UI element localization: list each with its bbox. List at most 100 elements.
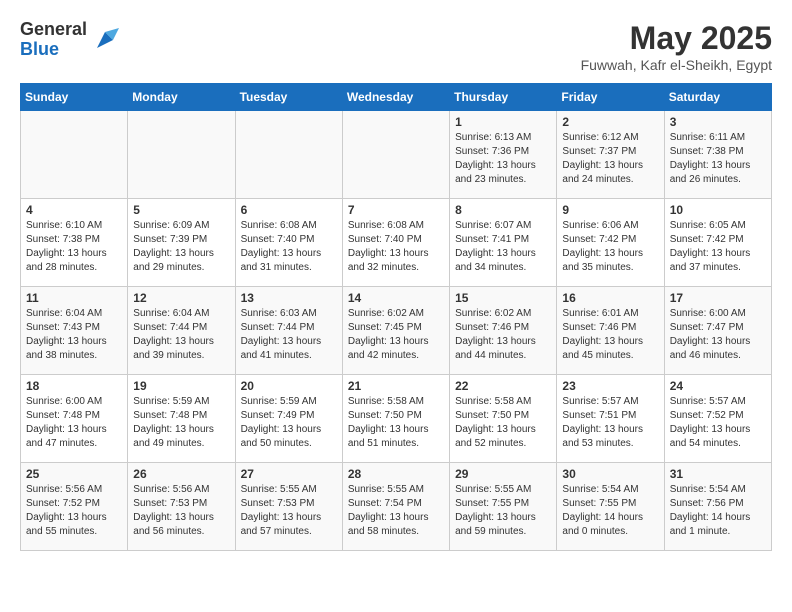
calendar-cell: 5Sunrise: 6:09 AM Sunset: 7:39 PM Daylig…	[128, 199, 235, 287]
day-number: 6	[241, 203, 337, 217]
day-info: Sunrise: 5:59 AM Sunset: 7:49 PM Dayligh…	[241, 395, 337, 451]
day-info: Sunrise: 6:13 AM Sunset: 7:36 PM Dayligh…	[455, 131, 551, 187]
calendar-cell: 21 Sunrise: 5:58 AM Sunset: 7:50 PM Dayli…	[342, 375, 449, 463]
calendar-cell: 31 Sunrise: 5:54 AM Sunset: 7:56 PM Dayli…	[664, 463, 771, 551]
day-number: 4	[26, 203, 122, 217]
calendar-cell: 2Sunrise: 6:12 AM Sunset: 7:37 PM Daylig…	[557, 111, 664, 199]
day-number: 21	[348, 379, 444, 393]
day-info: Sunrise: 5:58 AM Sunset: 7:50 PM Dayligh…	[455, 395, 551, 451]
logo-blue: Blue	[20, 40, 87, 60]
weekday-header: Tuesday	[235, 84, 342, 111]
day-info: Sunrise: 5:55 AM Sunset: 7:54 PM Dayligh…	[348, 483, 444, 539]
day-number: 24	[670, 379, 766, 393]
logo-text: General Blue	[20, 20, 87, 60]
day-number: 1	[455, 115, 551, 129]
page-header: General Blue May 2025 Fuwwah, Kafr el-Sh…	[20, 20, 772, 73]
day-number: 28	[348, 467, 444, 481]
day-info: Sunrise: 6:08 AM Sunset: 7:40 PM Dayligh…	[241, 219, 337, 275]
calendar-table: SundayMondayTuesdayWednesdayThursdayFrid…	[20, 83, 772, 551]
calendar-cell: 28 Sunrise: 5:55 AM Sunset: 7:54 PM Dayli…	[342, 463, 449, 551]
day-number: 5	[133, 203, 229, 217]
calendar-cell: 26 Sunrise: 5:56 AM Sunset: 7:53 PM Dayli…	[128, 463, 235, 551]
day-number: 31	[670, 467, 766, 481]
day-info: Sunrise: 6:02 AM Sunset: 7:46 PM Dayligh…	[455, 307, 551, 363]
calendar-cell	[128, 111, 235, 199]
day-number: 7	[348, 203, 444, 217]
day-info: Sunrise: 5:56 AM Sunset: 7:53 PM Dayligh…	[133, 483, 229, 539]
day-info: Sunrise: 6:01 AM Sunset: 7:46 PM Dayligh…	[562, 307, 658, 363]
day-info: Sunrise: 6:05 AM Sunset: 7:42 PM Dayligh…	[670, 219, 766, 275]
day-info: Sunrise: 6:07 AM Sunset: 7:41 PM Dayligh…	[455, 219, 551, 275]
day-number: 15	[455, 291, 551, 305]
calendar-cell: 8Sunrise: 6:07 AM Sunset: 7:41 PM Daylig…	[450, 199, 557, 287]
calendar-week-row: 11 Sunrise: 6:04 AM Sunset: 7:43 PM Dayli…	[21, 287, 772, 375]
day-info: Sunrise: 6:00 AM Sunset: 7:48 PM Dayligh…	[26, 395, 122, 451]
calendar-cell: 25Sunrise: 5:56 AM Sunset: 7:52 PM Dayli…	[21, 463, 128, 551]
day-info: Sunrise: 5:55 AM Sunset: 7:53 PM Dayligh…	[241, 483, 337, 539]
day-number: 13	[241, 291, 337, 305]
calendar-cell: 30Sunrise: 5:54 AM Sunset: 7:55 PM Dayli…	[557, 463, 664, 551]
calendar-cell: 16Sunrise: 6:01 AM Sunset: 7:46 PM Dayli…	[557, 287, 664, 375]
calendar-cell: 29 Sunrise: 5:55 AM Sunset: 7:55 PM Dayli…	[450, 463, 557, 551]
day-number: 18	[26, 379, 122, 393]
calendar-cell: 7Sunrise: 6:08 AM Sunset: 7:40 PM Daylig…	[342, 199, 449, 287]
main-title: May 2025	[581, 20, 772, 57]
header-row: SundayMondayTuesdayWednesdayThursdayFrid…	[21, 84, 772, 111]
weekday-header: Friday	[557, 84, 664, 111]
logo-icon	[91, 26, 119, 54]
day-info: Sunrise: 6:11 AM Sunset: 7:38 PM Dayligh…	[670, 131, 766, 187]
day-info: Sunrise: 6:04 AM Sunset: 7:44 PM Dayligh…	[133, 307, 229, 363]
calendar-cell: 4Sunrise: 6:10 AM Sunset: 7:38 PM Daylig…	[21, 199, 128, 287]
calendar-cell: 17 Sunrise: 6:00 AM Sunset: 7:47 PM Dayli…	[664, 287, 771, 375]
calendar-cell: 15 Sunrise: 6:02 AM Sunset: 7:46 PM Dayli…	[450, 287, 557, 375]
day-number: 14	[348, 291, 444, 305]
day-number: 3	[670, 115, 766, 129]
calendar-cell: 13 Sunrise: 6:03 AM Sunset: 7:44 PM Dayli…	[235, 287, 342, 375]
weekday-header: Monday	[128, 84, 235, 111]
subtitle: Fuwwah, Kafr el-Sheikh, Egypt	[581, 57, 772, 73]
day-number: 30	[562, 467, 658, 481]
day-info: Sunrise: 5:56 AM Sunset: 7:52 PM Dayligh…	[26, 483, 122, 539]
title-block: May 2025 Fuwwah, Kafr el-Sheikh, Egypt	[581, 20, 772, 73]
day-number: 17	[670, 291, 766, 305]
day-info: Sunrise: 6:04 AM Sunset: 7:43 PM Dayligh…	[26, 307, 122, 363]
calendar-cell: 9 Sunrise: 6:06 AM Sunset: 7:42 PM Daylig…	[557, 199, 664, 287]
calendar-cell: 20 Sunrise: 5:59 AM Sunset: 7:49 PM Dayli…	[235, 375, 342, 463]
day-info: Sunrise: 5:59 AM Sunset: 7:48 PM Dayligh…	[133, 395, 229, 451]
day-info: Sunrise: 6:00 AM Sunset: 7:47 PM Dayligh…	[670, 307, 766, 363]
calendar-week-row: 4Sunrise: 6:10 AM Sunset: 7:38 PM Daylig…	[21, 199, 772, 287]
calendar-cell: 19Sunrise: 5:59 AM Sunset: 7:48 PM Dayli…	[128, 375, 235, 463]
calendar-cell: 1 Sunrise: 6:13 AM Sunset: 7:36 PM Daylig…	[450, 111, 557, 199]
weekday-header: Thursday	[450, 84, 557, 111]
day-info: Sunrise: 6:12 AM Sunset: 7:37 PM Dayligh…	[562, 131, 658, 187]
day-number: 9	[562, 203, 658, 217]
day-number: 10	[670, 203, 766, 217]
day-info: Sunrise: 6:06 AM Sunset: 7:42 PM Dayligh…	[562, 219, 658, 275]
calendar-cell: 18 Sunrise: 6:00 AM Sunset: 7:48 PM Dayli…	[21, 375, 128, 463]
calendar-cell: 27Sunrise: 5:55 AM Sunset: 7:53 PM Dayli…	[235, 463, 342, 551]
day-number: 26	[133, 467, 229, 481]
day-number: 29	[455, 467, 551, 481]
day-info: Sunrise: 5:57 AM Sunset: 7:52 PM Dayligh…	[670, 395, 766, 451]
calendar-week-row: 18 Sunrise: 6:00 AM Sunset: 7:48 PM Dayli…	[21, 375, 772, 463]
calendar-cell: 11 Sunrise: 6:04 AM Sunset: 7:43 PM Dayli…	[21, 287, 128, 375]
weekday-header: Wednesday	[342, 84, 449, 111]
day-info: Sunrise: 5:55 AM Sunset: 7:55 PM Dayligh…	[455, 483, 551, 539]
day-info: Sunrise: 5:58 AM Sunset: 7:50 PM Dayligh…	[348, 395, 444, 451]
calendar-cell	[21, 111, 128, 199]
calendar-cell: 12 Sunrise: 6:04 AM Sunset: 7:44 PM Dayli…	[128, 287, 235, 375]
day-number: 20	[241, 379, 337, 393]
calendar-week-row: 1 Sunrise: 6:13 AM Sunset: 7:36 PM Daylig…	[21, 111, 772, 199]
day-number: 11	[26, 291, 122, 305]
calendar-cell: 6 Sunrise: 6:08 AM Sunset: 7:40 PM Daylig…	[235, 199, 342, 287]
calendar-cell: 10 Sunrise: 6:05 AM Sunset: 7:42 PM Dayli…	[664, 199, 771, 287]
weekday-header: Sunday	[21, 84, 128, 111]
day-number: 12	[133, 291, 229, 305]
day-number: 23	[562, 379, 658, 393]
calendar-cell: 3 Sunrise: 6:11 AM Sunset: 7:38 PM Daylig…	[664, 111, 771, 199]
calendar-cell	[235, 111, 342, 199]
day-info: Sunrise: 5:54 AM Sunset: 7:56 PM Dayligh…	[670, 483, 766, 539]
calendar-cell: 22Sunrise: 5:58 AM Sunset: 7:50 PM Dayli…	[450, 375, 557, 463]
calendar-cell: 23Sunrise: 5:57 AM Sunset: 7:51 PM Dayli…	[557, 375, 664, 463]
day-info: Sunrise: 6:03 AM Sunset: 7:44 PM Dayligh…	[241, 307, 337, 363]
